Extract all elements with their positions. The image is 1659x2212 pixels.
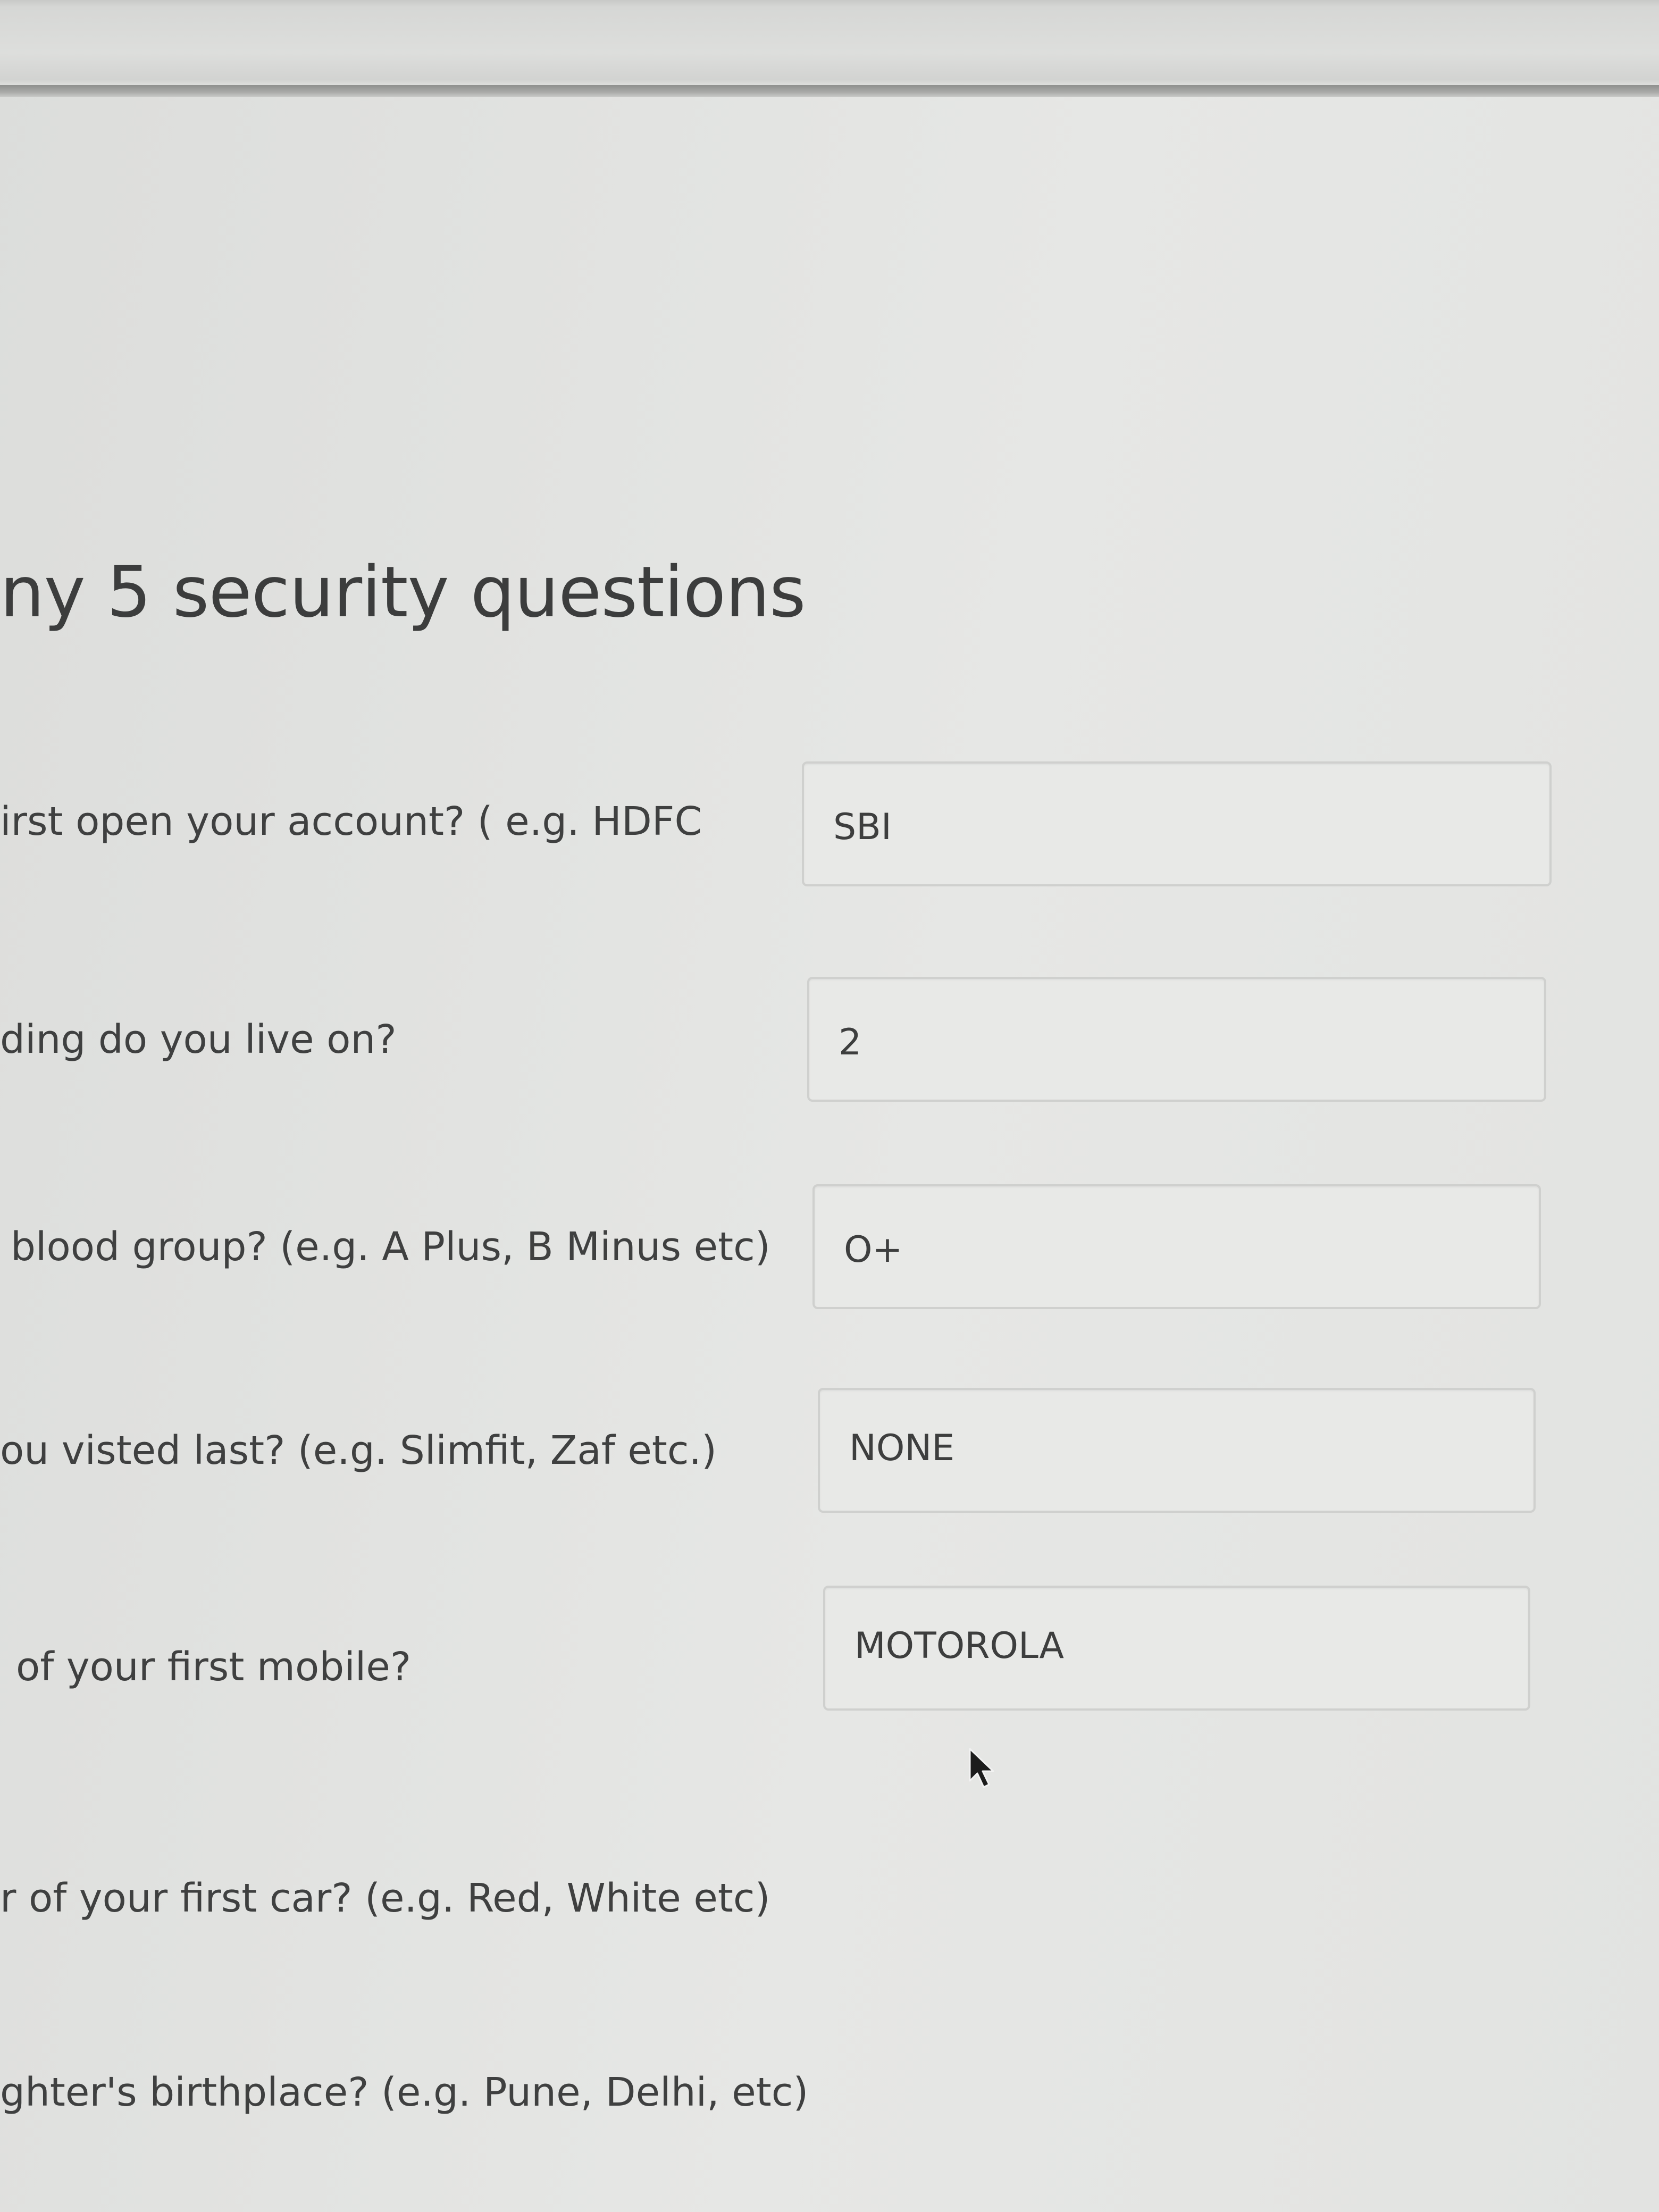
question-row: ding do you live on? 2 [0, 977, 1659, 1115]
question-label: ghter's birthplace? (e.g. Pune, Delhi, e… [0, 2069, 809, 2115]
security-questions-page: ny 5 security questions irst open your a… [0, 97, 1659, 2212]
answer-value: 2 [839, 1021, 862, 1063]
question-row: ou visted last? (e.g. Slimfit, Zaf etc.)… [0, 1388, 1659, 1526]
question-label: r of your first car? (e.g. Red, White et… [0, 1875, 770, 1921]
answer-field[interactable]: 2 [807, 977, 1546, 1102]
screen: ny 5 security questions irst open your a… [0, 0, 1659, 2212]
question-label: blood group? (e.g. A Plus, B Minus etc) [11, 1224, 770, 1270]
question-label: of your first mobile? [16, 1644, 412, 1690]
answer-value: NONE [849, 1427, 955, 1469]
answer-value: O+ [844, 1229, 903, 1271]
header-divider [0, 85, 1659, 97]
answer-value: MOTOROLA [854, 1625, 1064, 1667]
question-row: irst open your account? ( e.g. HDFC SBI [0, 761, 1659, 900]
question-row: of your first mobile? MOTOROLA [0, 1586, 1659, 1724]
question-label: ding do you live on? [0, 1017, 397, 1062]
question-label: irst open your account? ( e.g. HDFC [0, 799, 702, 844]
mouse-pointer-icon [969, 1748, 994, 1788]
answer-field[interactable]: O+ [812, 1184, 1541, 1309]
question-row: blood group? (e.g. A Plus, B Minus etc) … [0, 1184, 1659, 1322]
question-row: r of your first car? (e.g. Red, White et… [0, 1865, 1659, 2003]
answer-value: SBI [833, 806, 892, 848]
answer-field[interactable]: MOTOROLA [823, 1586, 1530, 1711]
section-heading: ny 5 security questions [0, 551, 806, 633]
question-label: ou visted last? (e.g. Slimfit, Zaf etc.) [0, 1428, 717, 1473]
browser-top-bar [0, 0, 1659, 85]
answer-field[interactable]: SBI [802, 761, 1552, 886]
answer-field[interactable]: NONE [818, 1388, 1536, 1513]
question-row: ghter's birthplace? (e.g. Pune, Delhi, e… [0, 2059, 1659, 2197]
